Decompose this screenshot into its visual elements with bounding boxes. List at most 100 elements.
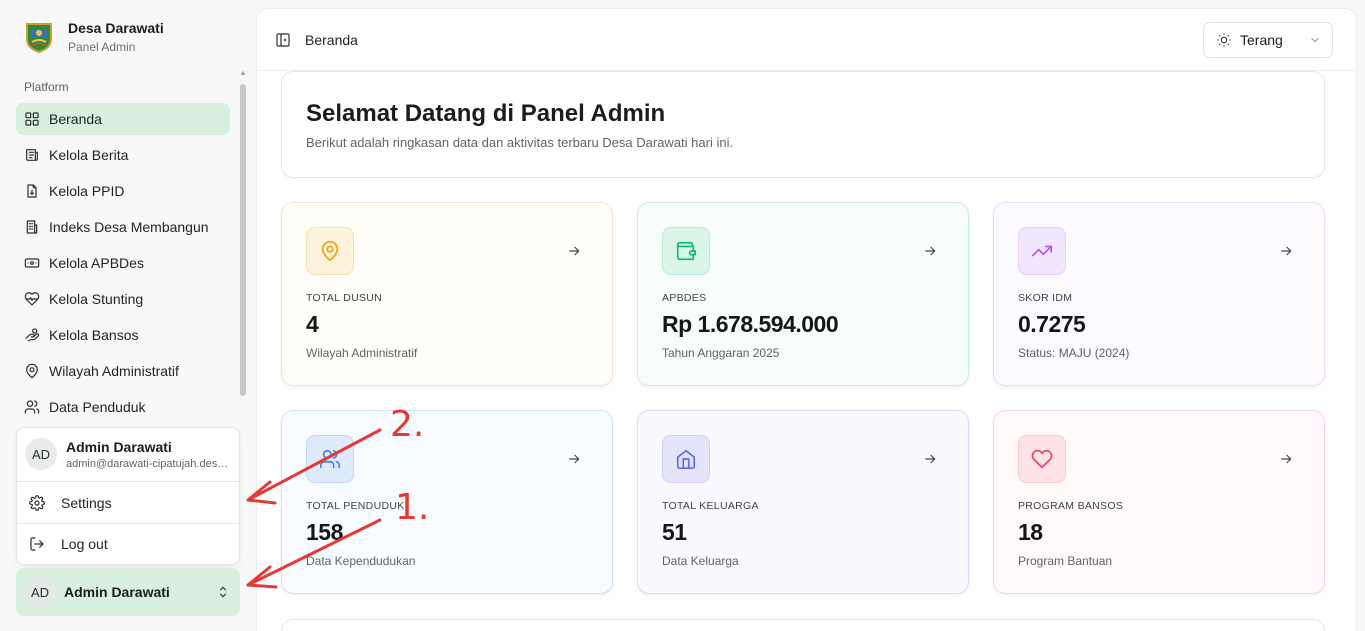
sidebar-item-kelola-ppid[interactable]: Kelola PPID <box>16 175 230 207</box>
card-icon-box <box>1018 227 1066 275</box>
stat-card-program-bansos[interactable]: PROGRAM BANSOS 18 Program Bantuan <box>993 410 1325 594</box>
theme-select[interactable]: Terang <box>1203 22 1333 58</box>
user-name: Admin Darawati <box>66 438 172 455</box>
card-value: 4 <box>306 311 319 337</box>
divider <box>17 523 239 524</box>
sidebar-item-kelola-berita[interactable]: Kelola Berita <box>16 139 230 171</box>
map-pin-icon <box>26 363 38 379</box>
logout-menu-item[interactable]: Log out <box>29 528 227 560</box>
sidebar-item-label: Wilayah Administratif <box>49 363 179 379</box>
arrow-right-icon[interactable] <box>1278 451 1294 467</box>
welcome-title: Selamat Datang di Panel Admin <box>306 100 666 127</box>
sidebar-item-label: Indeks Desa Membangun <box>49 219 209 235</box>
user-email: admin@darawati-cipatujah.desa.id <box>66 457 234 470</box>
scroll-thumb[interactable] <box>240 84 246 396</box>
breadcrumb[interactable]: Beranda <box>305 32 358 48</box>
sidebar-scrollbar[interactable]: ▲ <box>239 70 247 400</box>
sidebar-item-data-penduduk[interactable]: Data Penduduk <box>16 391 230 423</box>
newspaper-icon <box>26 149 38 161</box>
sidebar-item-kelola-stunting[interactable]: Kelola Stunting <box>16 283 230 315</box>
gear-icon <box>29 495 45 511</box>
logout-icon <box>30 537 44 551</box>
card-label: APBDES <box>662 292 707 304</box>
stat-card-total-dusun[interactable]: TOTAL DUSUN 4 Wilayah Administratif <box>281 202 613 386</box>
heart-icon <box>1031 449 1053 469</box>
stat-card-skor-idm[interactable]: SKOR IDM 0.7275 Status: MAJU (2024) <box>993 202 1325 386</box>
section-label: Platform <box>24 80 69 94</box>
annotation-label-2: 2. <box>390 404 425 445</box>
card-icon-box <box>662 227 710 275</box>
user-menu-popover: AD Admin Darawati admin@darawati-cipatuj… <box>16 427 240 565</box>
arrow-right-icon[interactable] <box>1278 243 1294 259</box>
sidebar-item-label: Kelola APBDes <box>49 255 144 271</box>
sidebar-item-kelola-apbdes[interactable]: Kelola APBDes <box>16 247 230 279</box>
card-value: Rp 1.678.594.000 <box>662 311 839 337</box>
file-icon <box>27 184 37 198</box>
card-label: TOTAL PENDUDUK <box>306 500 405 512</box>
user-menu-button[interactable]: AD Admin Darawati <box>16 568 240 616</box>
stat-card-apbdes[interactable]: APBDES Rp 1.678.594.000 Tahun Anggaran 2… <box>637 202 969 386</box>
sidebar-nav: Beranda Kelola Berita Kelola PPID Indeks… <box>16 103 230 427</box>
sidebar-item-label: Data Penduduk <box>49 399 146 415</box>
arrow-right-icon[interactable] <box>566 451 582 467</box>
annotation-label-1: 1. <box>395 487 430 528</box>
card-subtitle: Tahun Anggaran 2025 <box>662 346 780 360</box>
sidebar-item-label: Kelola Berita <box>49 147 129 163</box>
arrow-right-icon[interactable] <box>922 243 938 259</box>
card-icon-box <box>306 435 354 483</box>
card-label: TOTAL KELUARGA <box>662 500 759 512</box>
welcome-description: Berikut adalah ringkasan data dan aktivi… <box>306 135 734 150</box>
card-value: 158 <box>306 519 343 545</box>
welcome-card: Selamat Datang di Panel Admin Berikut ad… <box>281 71 1325 178</box>
arrow-right-icon[interactable] <box>566 243 582 259</box>
wallet-icon <box>676 241 696 261</box>
arrow-right-icon[interactable] <box>922 451 938 467</box>
building-icon <box>26 220 38 234</box>
sidebar-item-wilayah[interactable]: Wilayah Administratif <box>16 355 230 387</box>
avatar: AD <box>24 576 56 608</box>
hand-coins-icon <box>25 328 40 342</box>
stat-card-total-penduduk[interactable]: TOTAL PENDUDUK 158 Data Kependudukan <box>281 410 613 594</box>
brand-subtitle: Panel Admin <box>68 40 136 54</box>
sun-icon <box>1217 33 1231 47</box>
settings-menu-item[interactable]: Settings <box>29 487 227 519</box>
card-subtitle: Program Bantuan <box>1018 554 1113 568</box>
avatar: AD <box>25 438 57 470</box>
card-subtitle: Wilayah Administratif <box>306 346 418 360</box>
user-button-name: Admin Darawati <box>64 584 170 600</box>
scroll-up-icon[interactable]: ▲ <box>239 70 247 78</box>
sidebar-item-beranda[interactable]: Beranda <box>16 103 230 135</box>
banknote-icon <box>24 258 40 268</box>
brand[interactable]: Desa Darawati Panel Admin <box>24 20 164 54</box>
card-subtitle: Data Kependudukan <box>306 554 416 568</box>
users-icon <box>24 400 40 414</box>
topbar: Beranda Terang <box>257 9 1356 71</box>
card-value: 51 <box>662 519 687 545</box>
sidebar-item-label: Kelola PPID <box>49 183 125 199</box>
bottom-card <box>281 619 1325 631</box>
sidebar-item-label: Beranda <box>49 111 102 127</box>
sidebar-toggle-icon[interactable] <box>275 32 291 48</box>
chevrons-up-down-icon <box>219 586 227 598</box>
logout-label: Log out <box>61 536 108 552</box>
card-label: SKOR IDM <box>1018 292 1073 304</box>
card-value: 18 <box>1018 519 1043 545</box>
card-subtitle: Data Keluarga <box>662 554 739 568</box>
sidebar-item-kelola-bansos[interactable]: Kelola Bansos <box>16 319 230 351</box>
sidebar-item-label: Kelola Stunting <box>49 291 144 307</box>
sidebar-item-indeks-desa[interactable]: Indeks Desa Membangun <box>16 211 230 243</box>
main-content: Beranda Terang Selamat Datang di Panel A… <box>256 8 1357 631</box>
card-value: 0.7275 <box>1018 311 1086 337</box>
stat-card-total-keluarga[interactable]: TOTAL KELUARGA 51 Data Keluarga <box>637 410 969 594</box>
trending-up-icon <box>1032 245 1052 257</box>
divider <box>17 481 239 482</box>
users-icon <box>320 449 340 469</box>
theme-value: Terang <box>1240 32 1283 48</box>
chevron-down-icon <box>1311 37 1319 43</box>
card-icon-box <box>662 435 710 483</box>
home-icon <box>676 449 696 469</box>
card-label: PROGRAM BANSOS <box>1018 500 1124 512</box>
settings-label: Settings <box>61 495 112 511</box>
grid-icon <box>25 112 39 126</box>
card-label: TOTAL DUSUN <box>306 292 383 304</box>
